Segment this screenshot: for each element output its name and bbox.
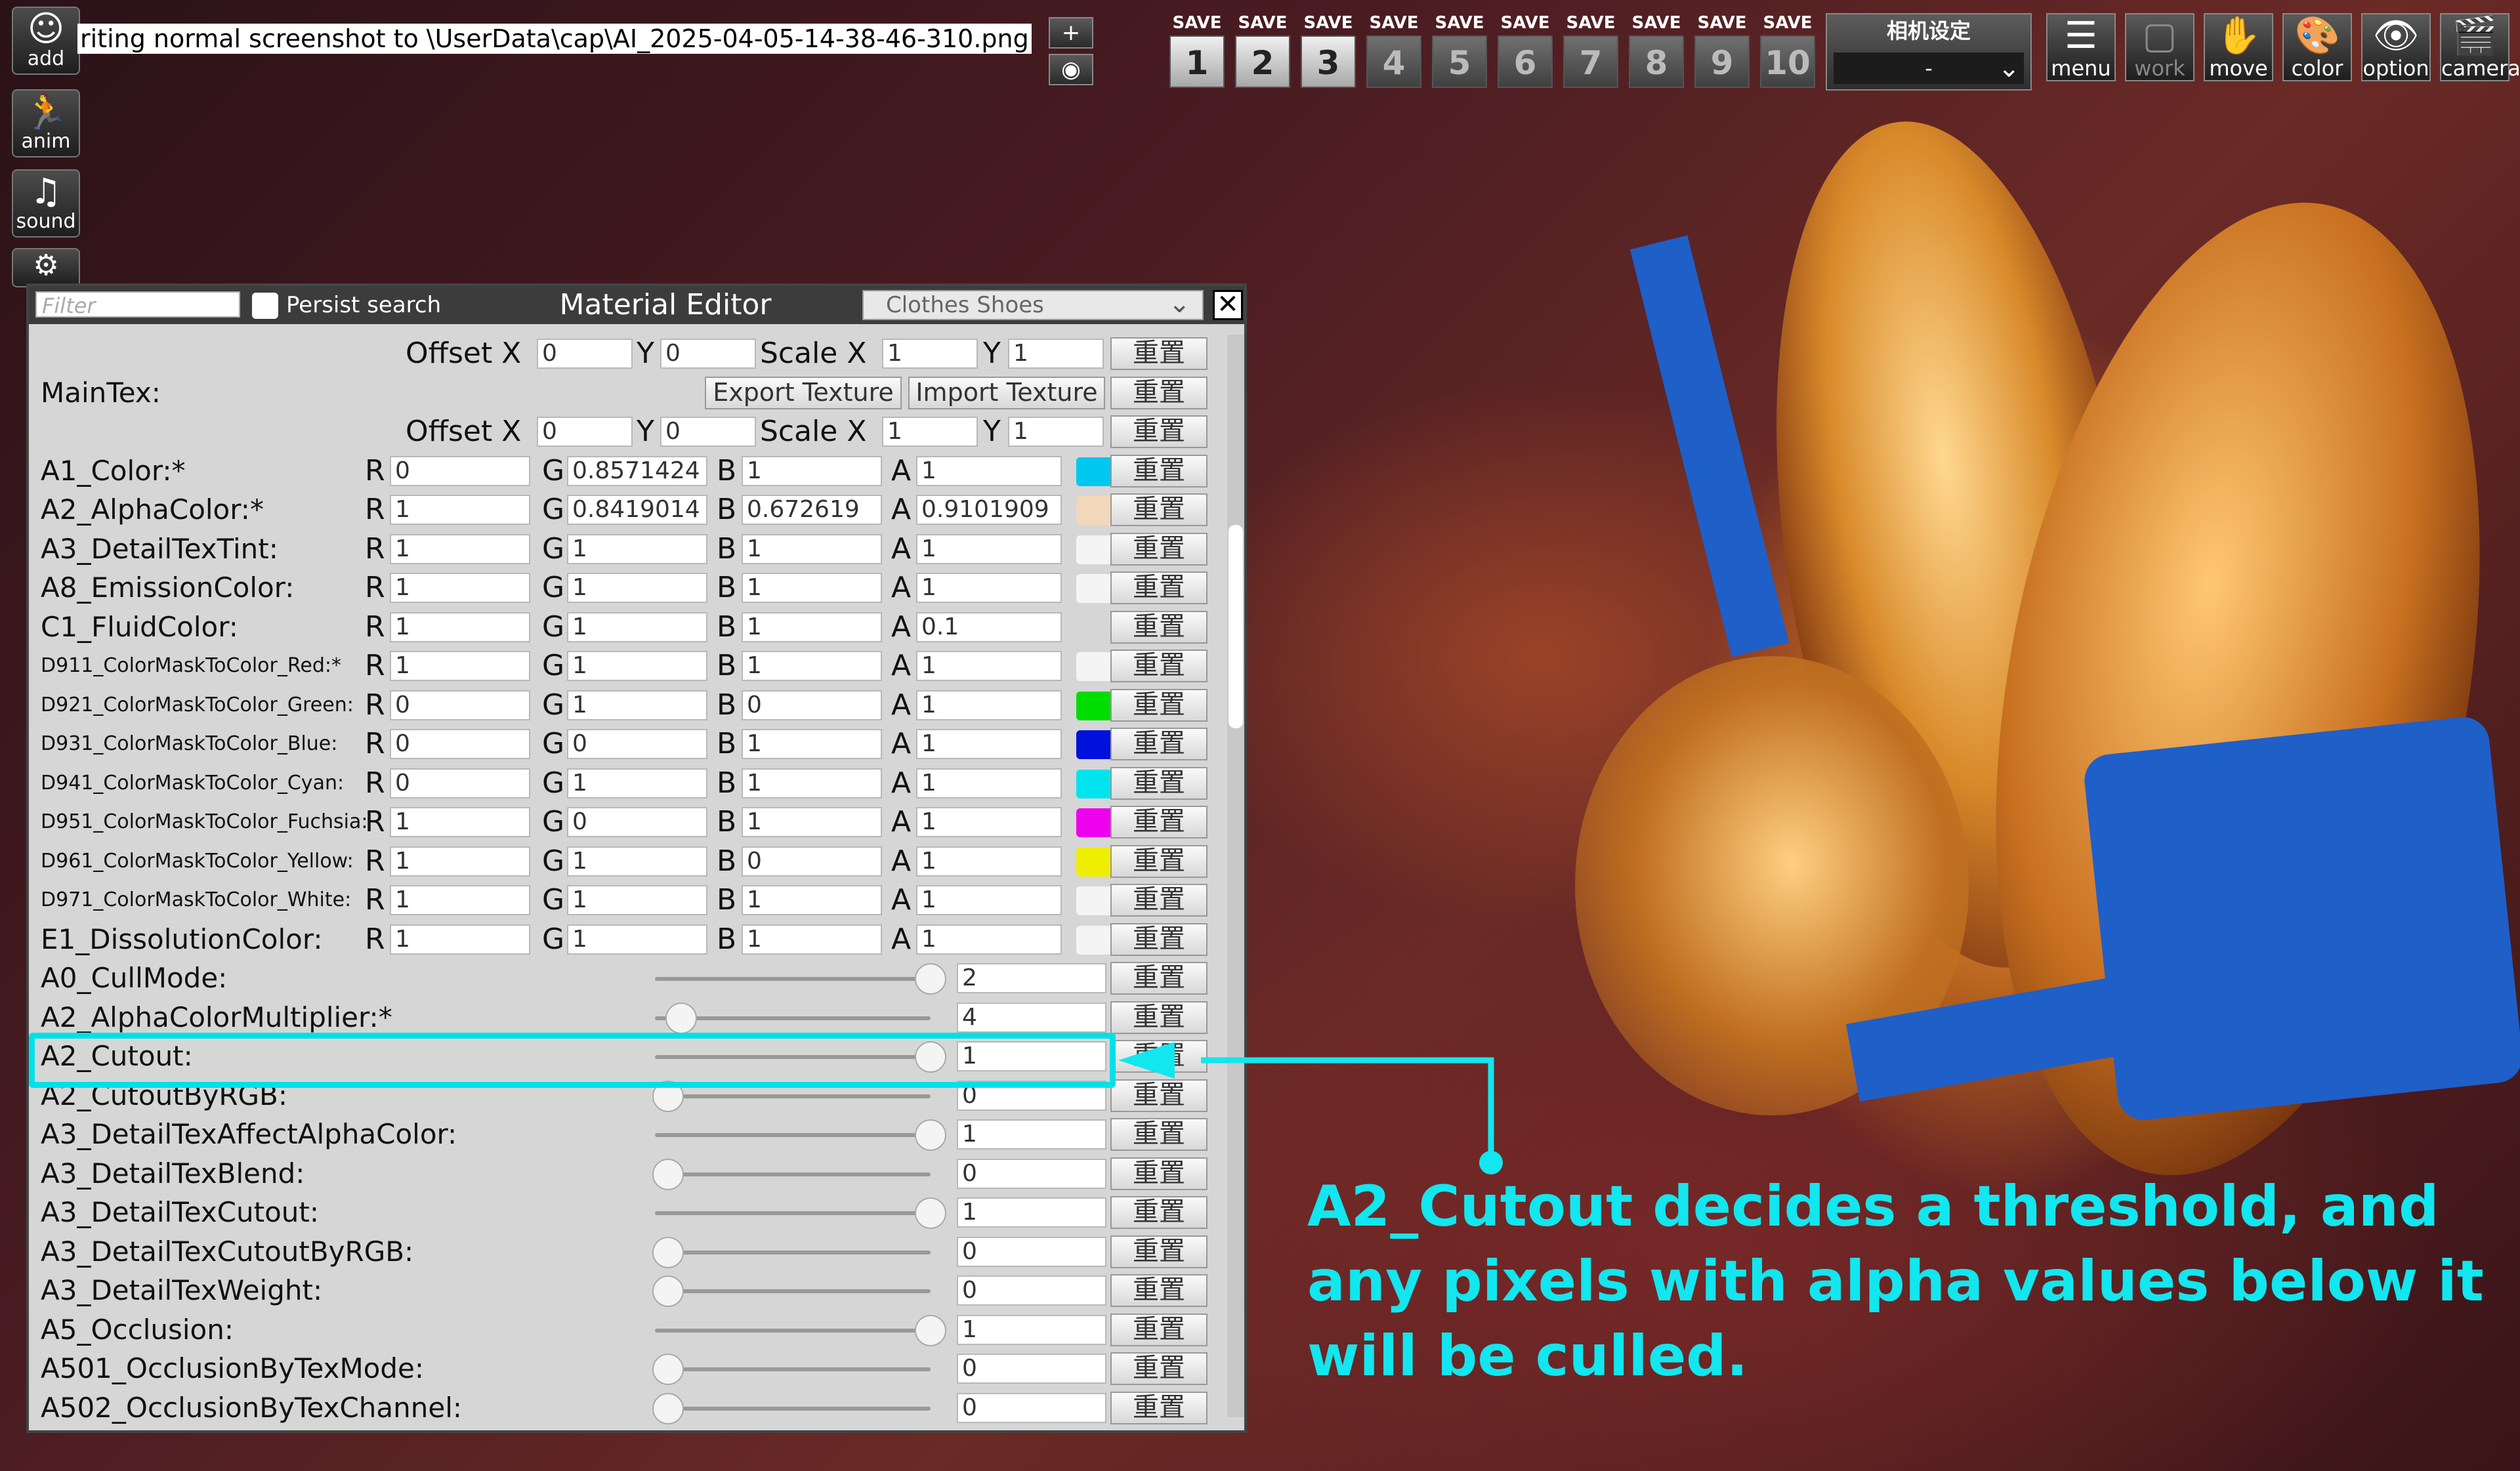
save-label: SAVE [1763, 13, 1813, 33]
save-label: SAVE [1566, 13, 1616, 33]
save-slot-8[interactable]: SAVE 8 [1629, 13, 1684, 92]
save-slot-number: 6 [1498, 35, 1553, 88]
save-slot-4[interactable]: SAVE 4 [1366, 13, 1421, 92]
save-slot-number: 7 [1563, 35, 1618, 88]
save-label: SAVE [1172, 13, 1222, 33]
arrow-head [1118, 1042, 1175, 1079]
save-label: SAVE [1435, 13, 1484, 33]
save-slot-number: 10 [1760, 35, 1815, 88]
save-slot-number: 2 [1235, 35, 1290, 88]
save-slot-5[interactable]: SAVE 5 [1432, 13, 1487, 92]
save-slot-3[interactable]: SAVE 3 [1301, 13, 1356, 92]
save-slot-number: 4 [1366, 35, 1421, 88]
save-slot-number: 5 [1432, 35, 1487, 88]
save-slot-10[interactable]: SAVE 10 [1760, 13, 1815, 92]
save-slot-1[interactable]: SAVE 1 [1169, 13, 1225, 92]
save-label: SAVE [1303, 13, 1353, 33]
save-slot-6[interactable]: SAVE 6 [1498, 13, 1553, 92]
save-slot-number: 8 [1629, 35, 1684, 88]
save-slot-number: 9 [1694, 35, 1750, 88]
save-label: SAVE [1238, 13, 1288, 33]
save-label: SAVE [1369, 13, 1419, 33]
save-label: SAVE [1500, 13, 1550, 33]
save-label: SAVE [1631, 13, 1681, 33]
save-slot-7[interactable]: SAVE 7 [1563, 13, 1618, 92]
save-slot-number: 1 [1169, 35, 1225, 88]
arrow-line [1201, 1057, 1494, 1163]
save-slot-9[interactable]: SAVE 9 [1694, 13, 1750, 92]
annotation-text: A2_Cutout decides a threshold, and any p… [1307, 1174, 2484, 1389]
save-label: SAVE [1697, 13, 1747, 33]
save-slot-2[interactable]: SAVE 2 [1235, 13, 1290, 92]
save-slot-number: 3 [1301, 35, 1356, 88]
